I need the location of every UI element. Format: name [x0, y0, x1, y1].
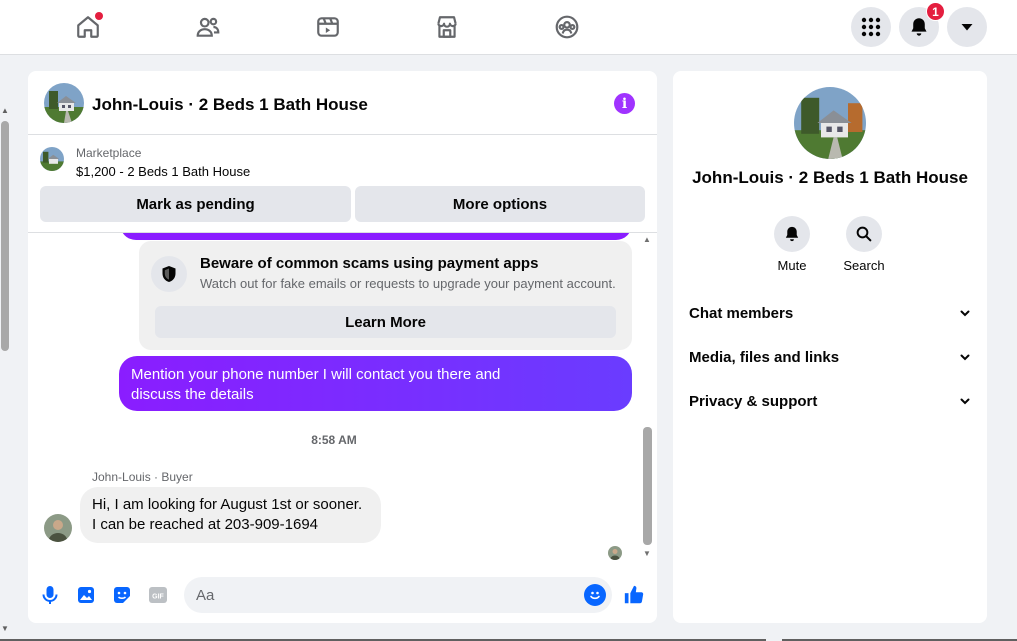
- message-composer: GIF: [28, 573, 657, 617]
- mark-as-pending-button[interactable]: Mark as pending: [40, 186, 351, 222]
- previous-outgoing-bubble: [120, 233, 632, 240]
- incoming-message-line: Hi, I am looking for August 1st or soone…: [92, 496, 363, 513]
- photo-icon[interactable]: [74, 583, 98, 607]
- seen-indicator-avatar: [608, 546, 622, 560]
- svg-text:GIF: GIF: [152, 594, 164, 601]
- gif-icon[interactable]: GIF: [146, 583, 170, 607]
- incoming-message[interactable]: Hi, I am looking for August 1st or soone…: [80, 487, 381, 543]
- mute-action[interactable]: Mute: [762, 216, 822, 273]
- chat-header: John-Louis · 2 Beds 1 Bath House i: [28, 71, 657, 135]
- bell-icon: [785, 226, 799, 242]
- microphone-icon[interactable]: [38, 583, 62, 607]
- caret-down-icon: [961, 24, 973, 31]
- notifications-button[interactable]: 1: [899, 2, 945, 47]
- messages-scroll-up-arrow[interactable]: ▲: [643, 235, 651, 244]
- marketplace-label: Marketplace: [76, 146, 142, 160]
- chevron-down-icon: [960, 310, 970, 317]
- page-scrollbar-thumb[interactable]: [1, 121, 9, 351]
- shield-icon: [151, 256, 187, 292]
- bell-icon: [911, 18, 927, 36]
- incoming-message-line: I can be reached at 203-909-1694: [92, 516, 319, 533]
- thumbs-up-icon[interactable]: [622, 583, 646, 607]
- groups-icon[interactable]: [551, 11, 583, 43]
- sticker-icon[interactable]: [110, 583, 134, 607]
- scam-warning-card: Beware of common scams using payment app…: [139, 241, 632, 350]
- search-label: Search: [843, 258, 885, 273]
- learn-more-button[interactable]: Learn More: [155, 306, 616, 338]
- grid-icon: [861, 17, 881, 37]
- search-action[interactable]: Search: [834, 216, 894, 273]
- privacy-support-section[interactable]: Privacy & support: [689, 383, 971, 419]
- message-list: Beware of common scams using payment app…: [28, 233, 657, 565]
- listing-thumbnail[interactable]: [40, 147, 64, 171]
- listing-price-title[interactable]: $1,200 - 2 Beds 1 Bath House: [76, 164, 250, 179]
- chevron-down-icon: [960, 398, 970, 405]
- conversation-info-panel: John-Louis · 2 Beds 1 Bath House Mute Se…: [673, 71, 987, 623]
- panel-title: John-Louis · 2 Beds 1 Bath House: [692, 168, 968, 187]
- media-files-links-section[interactable]: Media, files and links: [689, 339, 971, 375]
- chevron-down-icon: [960, 354, 970, 361]
- privacy-support-label: Privacy & support: [689, 392, 818, 410]
- mute-button[interactable]: [774, 216, 810, 252]
- chat-title: John-Louis · 2 Beds 1 Bath House: [92, 95, 368, 114]
- message-input[interactable]: [184, 577, 612, 613]
- chat-members-section[interactable]: Chat members: [689, 295, 971, 331]
- house-photo-icon: [794, 87, 866, 159]
- video-icon[interactable]: [312, 11, 344, 43]
- messages-scrollbar-thumb[interactable]: [643, 427, 652, 545]
- mute-label: Mute: [777, 258, 807, 273]
- emoji-icon[interactable]: [584, 584, 606, 606]
- house-photo-icon: [44, 83, 84, 123]
- outgoing-message-line: Mention your phone number I will contact…: [131, 366, 501, 383]
- search-button[interactable]: [846, 216, 882, 252]
- info-icon[interactable]: i: [614, 93, 635, 114]
- incoming-sender-name: John-Louis · Buyer: [92, 470, 193, 484]
- message-timestamp: 8:58 AM: [311, 433, 357, 447]
- page-scroll-down-arrow[interactable]: ▼: [1, 624, 9, 633]
- notifications-badge: 1: [926, 2, 945, 21]
- top-navigation: 1: [0, 0, 1017, 55]
- home-icon[interactable]: [72, 11, 104, 43]
- friends-icon[interactable]: [192, 11, 224, 43]
- buyer-avatar[interactable]: [44, 514, 72, 542]
- media-files-links-label: Media, files and links: [689, 348, 840, 366]
- chat-avatar[interactable]: [44, 83, 84, 123]
- search-icon: [856, 226, 872, 242]
- house-photo-icon: [40, 147, 64, 171]
- scam-warning-title: Beware of common scams using payment app…: [200, 255, 539, 272]
- scam-warning-subtitle: Watch out for fake emails or requests to…: [200, 276, 616, 291]
- home-notification-dot: [95, 12, 103, 20]
- outgoing-message-line: discuss the details: [131, 386, 254, 403]
- outgoing-message[interactable]: Mention your phone number I will contact…: [119, 356, 632, 411]
- person-photo-icon: [44, 514, 72, 542]
- more-options-button[interactable]: More options: [355, 186, 645, 222]
- menu-grid-button[interactable]: [851, 7, 891, 47]
- chat-members-label: Chat members: [689, 304, 794, 322]
- marketplace-icon[interactable]: [431, 11, 463, 43]
- chat-window: John-Louis · 2 Beds 1 Bath House i Marke…: [28, 71, 657, 623]
- account-menu-button[interactable]: [947, 7, 987, 47]
- page-scroll-up-arrow[interactable]: ▲: [1, 106, 9, 115]
- messages-scroll-down-arrow[interactable]: ▼: [643, 549, 651, 558]
- marketplace-listing-bar: Marketplace $1,200 - 2 Beds 1 Bath House…: [28, 135, 657, 233]
- panel-avatar[interactable]: [794, 87, 866, 159]
